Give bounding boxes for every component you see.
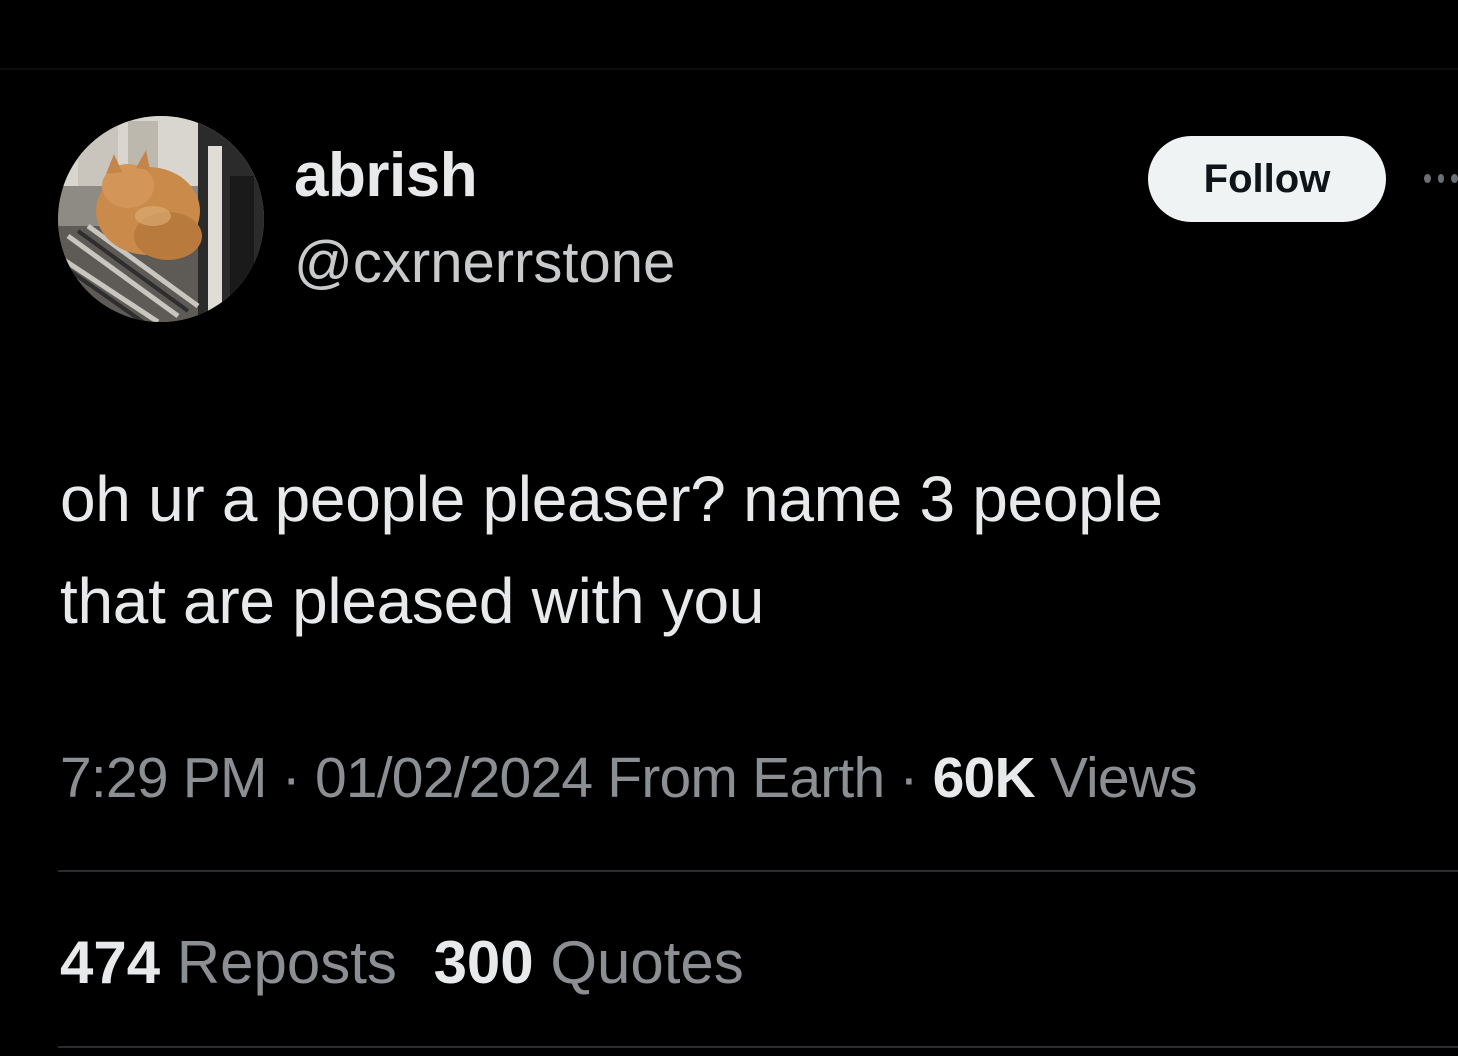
quotes-stat[interactable]: 300 Quotes <box>434 929 744 996</box>
divider <box>58 870 1458 872</box>
avatar[interactable] <box>58 116 264 322</box>
tweet-text: oh ur a people pleaser? name 3 people th… <box>60 463 1163 637</box>
meta-separator: · <box>899 746 918 810</box>
author-handle[interactable]: @cxrnerrstone <box>294 228 675 298</box>
reposts-count: 474 <box>60 929 161 996</box>
views-count: 60K <box>932 746 1036 810</box>
quotes-label: Quotes <box>550 929 744 996</box>
avatar-image <box>58 116 264 322</box>
top-divider <box>0 68 1458 70</box>
author-display-name[interactable]: abrish <box>294 140 478 212</box>
more-options-icon[interactable] <box>1424 172 1458 184</box>
follow-button[interactable]: Follow <box>1148 136 1386 222</box>
divider <box>58 1046 1458 1048</box>
tweet-time[interactable]: 7:29 PM <box>60 746 267 810</box>
reposts-stat[interactable]: 474 Reposts <box>60 929 397 996</box>
tweet-metadata: 7:29 PM · 01/02/2024 From Earth · 60K Vi… <box>60 742 1198 814</box>
reposts-label: Reposts <box>176 929 397 996</box>
tweet-date[interactable]: 01/02/2024 <box>315 746 593 810</box>
engagement-stats: 474 Reposts 300 Quotes <box>60 926 744 1000</box>
tweet-source: From Earth <box>607 746 885 810</box>
meta-separator: · <box>281 746 301 810</box>
quotes-count: 300 <box>433 929 534 996</box>
views-label: Views <box>1049 746 1198 810</box>
